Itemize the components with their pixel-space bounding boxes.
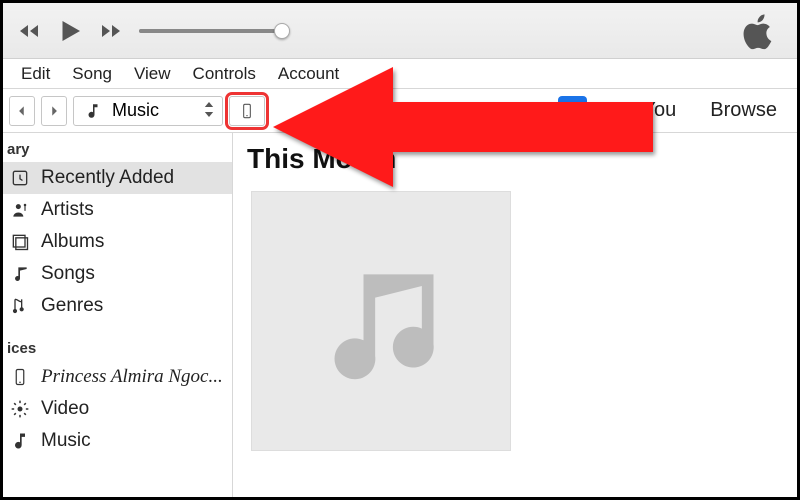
nav-forward-button[interactable] <box>41 96 67 126</box>
music-note-icon <box>311 251 451 391</box>
media-selector[interactable]: Music <box>73 96 223 126</box>
sidebar: ary Recently Added Artists Albums <box>3 133 233 497</box>
sidebar-item-label: Music <box>41 430 91 452</box>
tab-library[interactable]: y <box>558 96 587 126</box>
sidebar-item-recently-added[interactable]: Recently Added <box>3 162 232 194</box>
content-area: This Month <box>233 133 797 497</box>
sidebar-item-music[interactable]: Music <box>3 425 232 457</box>
menu-song[interactable]: Song <box>62 60 122 88</box>
sidebar-item-label: Princess Almira Ngoc... <box>41 366 223 388</box>
rewind-button[interactable] <box>15 17 43 45</box>
content-heading: This Month <box>247 143 783 175</box>
clock-icon <box>9 167 31 189</box>
album-placeholder[interactable] <box>251 191 511 451</box>
sidebar-item-device[interactable]: Princess Almira Ngoc... <box>3 361 232 393</box>
device-button[interactable] <box>229 96 265 126</box>
volume-track <box>139 29 289 33</box>
apple-logo-icon <box>739 11 779 51</box>
sidebar-header-library: ary <box>3 135 232 162</box>
menubar: Edit Song View Controls Account <box>3 59 797 89</box>
sidebar-item-albums[interactable]: Albums <box>3 226 232 258</box>
menu-view[interactable]: View <box>124 60 181 88</box>
volume-thumb[interactable] <box>274 23 290 39</box>
sidebar-item-label: Recently Added <box>41 167 174 189</box>
sidebar-item-label: Songs <box>41 263 95 285</box>
sidebar-item-label: Albums <box>41 231 104 253</box>
music-note-icon <box>82 100 104 122</box>
songs-icon <box>9 263 31 285</box>
album-icon <box>9 231 31 253</box>
artist-icon <box>9 199 31 221</box>
music-note-icon <box>9 430 31 452</box>
sidebar-item-video[interactable]: Video <box>3 393 232 425</box>
phone-icon <box>9 366 31 388</box>
titlebar <box>3 3 797 59</box>
toolbar: Music y For You Browse <box>3 89 797 133</box>
sidebar-item-genres[interactable]: Genres <box>3 290 232 322</box>
gear-icon <box>9 398 31 420</box>
tab-browse[interactable]: Browse <box>696 99 791 122</box>
sidebar-item-songs[interactable]: Songs <box>3 258 232 290</box>
media-selector-label: Music <box>112 100 159 121</box>
menu-edit[interactable]: Edit <box>11 60 60 88</box>
app-window: Edit Song View Controls Account Music y … <box>0 0 800 500</box>
sidebar-header-devices: ices <box>3 334 232 361</box>
volume-fill <box>139 29 282 33</box>
sidebar-item-label: Artists <box>41 199 94 221</box>
nav-back-button[interactable] <box>9 96 35 126</box>
forward-button[interactable] <box>97 17 125 45</box>
sidebar-item-artists[interactable]: Artists <box>3 194 232 226</box>
chevron-updown-icon <box>204 102 214 119</box>
menu-controls[interactable]: Controls <box>183 60 266 88</box>
sidebar-item-label: Video <box>41 398 89 420</box>
menu-account[interactable]: Account <box>268 60 349 88</box>
main-area: ary Recently Added Artists Albums <box>3 133 797 497</box>
tab-for-you[interactable]: For You <box>593 99 690 122</box>
genres-icon <box>9 295 31 317</box>
play-button[interactable] <box>53 14 87 48</box>
sidebar-item-label: Genres <box>41 295 103 317</box>
playback-controls <box>15 14 125 48</box>
volume-slider[interactable] <box>139 29 289 33</box>
